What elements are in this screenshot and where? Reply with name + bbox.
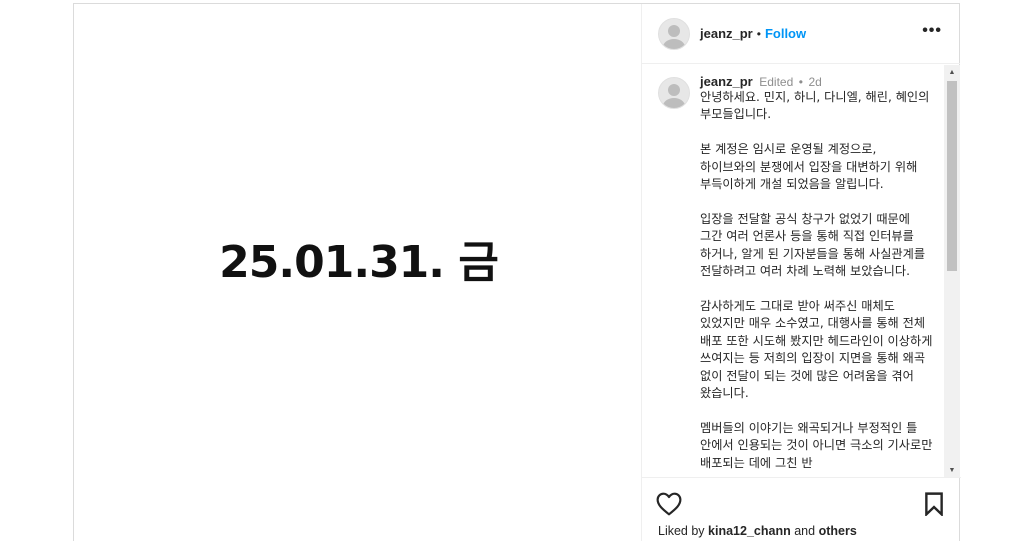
scroll-thumb[interactable]: [947, 81, 957, 271]
header-username[interactable]: jeanz_pr: [700, 26, 753, 41]
caption-comment: jeanz_pr Edited • 2d 안녕하세요. 민지, 하니, 다니엘,…: [642, 65, 961, 472]
bookmark-icon[interactable]: [923, 492, 945, 518]
post-header: jeanz_pr • Follow •••: [642, 4, 960, 64]
more-options-icon[interactable]: •••: [922, 23, 942, 39]
post-actions: Liked by kina12_chann and others: [642, 477, 961, 541]
edited-label: Edited: [759, 75, 794, 89]
comment-time[interactable]: 2d: [808, 75, 821, 89]
post-dialog: 25.01.31. 금 jeanz_pr • Follow ••• jeanz_…: [73, 3, 961, 541]
liked-by-text: Liked by kina12_chann and others: [658, 524, 857, 538]
comment-meta: jeanz_pr Edited • 2d: [700, 74, 936, 90]
liked-by-and: and: [794, 524, 816, 538]
comment-separator: •: [798, 75, 803, 89]
media-date-text: 25.01.31. 금: [219, 236, 499, 288]
scroll-down-arrow-icon[interactable]: ▼: [944, 463, 960, 477]
follow-button[interactable]: Follow: [765, 26, 806, 41]
comments-scrollbar[interactable]: ▲ ▼: [944, 65, 960, 477]
avatar[interactable]: [658, 17, 690, 50]
liked-by-prefix: Liked by: [658, 524, 705, 538]
post-sidebar: jeanz_pr • Follow ••• jeanz_pr Edited • …: [641, 4, 961, 541]
caption-text: 안녕하세요. 민지, 하니, 다니엘, 해린, 혜인의 부모들입니다. 본 계정…: [700, 90, 933, 470]
avatar[interactable]: [658, 77, 690, 109]
post-media[interactable]: 25.01.31. 금: [74, 4, 641, 541]
heart-icon[interactable]: [656, 492, 682, 516]
liked-by-user[interactable]: kina12_chann: [708, 524, 791, 538]
liked-by-others[interactable]: others: [819, 524, 857, 538]
comment-body: jeanz_pr Edited • 2d 안녕하세요. 민지, 하니, 다니엘,…: [700, 75, 936, 472]
header-separator: •: [756, 26, 761, 41]
scroll-up-arrow-icon[interactable]: ▲: [944, 65, 960, 79]
comment-username[interactable]: jeanz_pr: [700, 74, 753, 89]
comments-section[interactable]: jeanz_pr Edited • 2d 안녕하세요. 민지, 하니, 다니엘,…: [642, 65, 961, 477]
